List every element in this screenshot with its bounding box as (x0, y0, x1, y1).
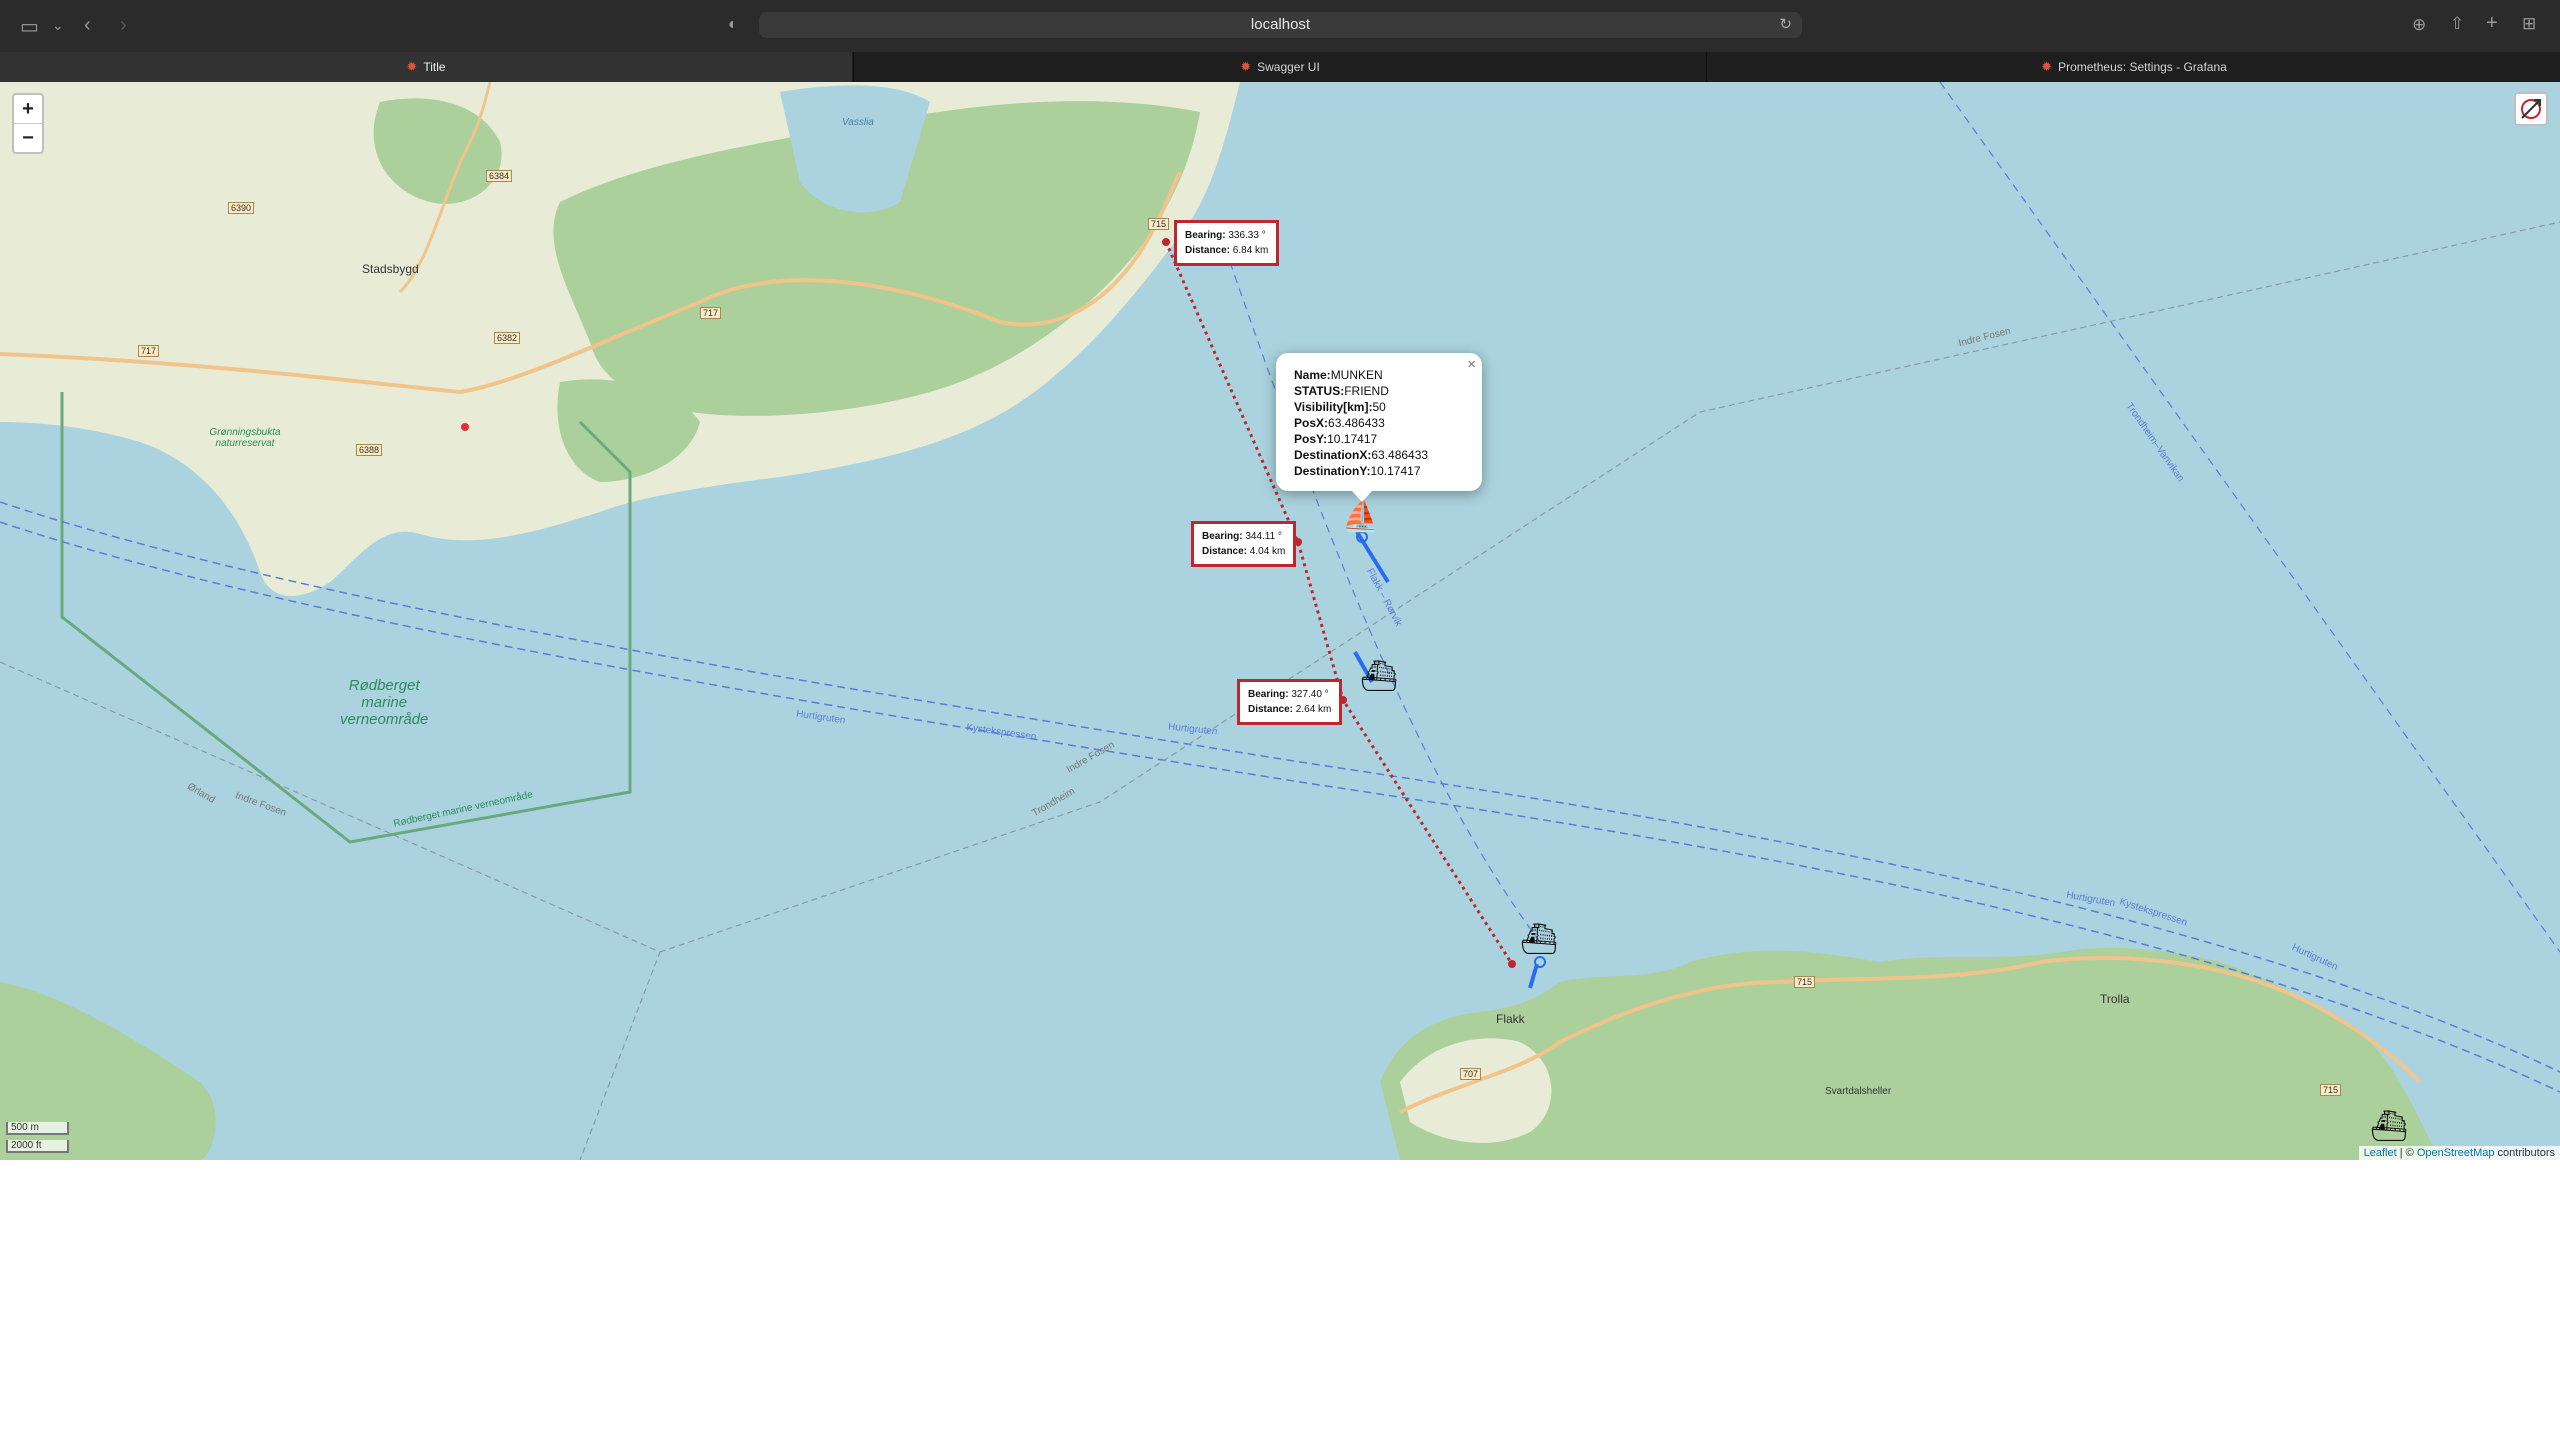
measure-tooltip: Bearing: 327.40 ° Distance: 2.64 km (1237, 679, 1343, 725)
ferry-route-trondheim (1939, 82, 2560, 953)
road-shield: 717 (138, 345, 160, 357)
ship-marker-friend-munken[interactable]: ⛵ (1342, 502, 1379, 532)
place-label: Flakk (1496, 1012, 1525, 1026)
place-label: Trolla (2100, 992, 2130, 1006)
map-attribution: Leaflet | © OpenStreetMap contributors (2358, 1146, 2560, 1160)
share-icon[interactable]: ⇧ (2450, 14, 2464, 34)
place-label: Svartdalsheller (1825, 1086, 1892, 1097)
popup-pointer (1352, 491, 1372, 502)
road-shield: 6390 (228, 202, 255, 214)
ship-marker-foe[interactable]: ⛴ (2370, 1112, 2408, 1142)
popup-row-destx: DestinationX:63.486433 (1294, 448, 1429, 462)
tab-title[interactable]: ✹ Title (0, 52, 852, 82)
tab-bar: ✹ Title ✹ Swagger UI ✹ Prometheus: Settings… (0, 52, 2560, 83)
reserve-name: Rødberget marine verneområde (340, 677, 429, 728)
back-icon[interactable]: ‹ (84, 14, 91, 37)
address-bar[interactable]: localhost ↻ (759, 12, 1802, 38)
reload-icon[interactable]: ↻ (1779, 12, 1792, 38)
road-shield: 715 (2320, 1084, 2342, 1096)
popup-row-visibility: Visibility[km]:50 (1294, 400, 1386, 414)
measure-point[interactable] (1508, 960, 1516, 968)
route-segment (1528, 963, 1539, 989)
leaflet-link[interactable]: Leaflet (2364, 1147, 2397, 1159)
measure-tooltip: Bearing: 336.33 ° Distance: 6.84 km (1174, 220, 1280, 266)
sidebar-toggle-icon[interactable]: ▭ (20, 14, 39, 39)
scale-imperial: 2000 ft (6, 1140, 69, 1153)
road-shield: 6388 (356, 444, 383, 456)
measure-line (1164, 241, 1514, 965)
zoom-out-button[interactable]: − (14, 123, 42, 152)
draw-tool-button[interactable] (2514, 92, 2548, 126)
place-label: Vasslia (842, 117, 874, 128)
ship-marker-foe[interactable]: ⛴ (1520, 925, 1558, 955)
road-shield: 6384 (486, 170, 513, 182)
grafana-favicon-icon: ✹ (2041, 59, 2053, 74)
popup-row-status: STATUS:FRIEND (1294, 384, 1389, 398)
url-text: localhost (1250, 16, 1311, 33)
tab-grafana-settings[interactable]: ✹ Prometheus: Settings - Grafana (1706, 52, 2560, 82)
zoom-control: + − (12, 93, 44, 154)
grafana-favicon-icon: ✹ (406, 59, 418, 74)
chevron-down-icon[interactable]: ⌄ (52, 17, 64, 34)
ship-marker-foe[interactable]: ⛴ (1360, 662, 1398, 692)
road-shield: 707 (1460, 1068, 1482, 1080)
tab-overview-icon[interactable]: ⊞ (2522, 14, 2536, 34)
scale-metric: 500 m (6, 1122, 69, 1135)
download-icon[interactable]: ⊕ (2412, 15, 2426, 35)
popup-row-desty: DestinationY:10.17417 (1294, 464, 1421, 478)
road-shield: 717 (700, 307, 722, 319)
road-shield: 715 (1148, 218, 1170, 230)
grafana-favicon-icon: ✹ (1240, 59, 1252, 74)
ship-info-popup: × Name:MUNKEN STATUS:FRIEND Visibility[k… (1276, 353, 1482, 491)
reserve-label: Grønningsbukta naturreservat (209, 427, 281, 449)
route-waypoint (1534, 956, 1546, 968)
road-shield: 6382 (494, 332, 521, 344)
privacy-shield-icon[interactable]: ◐ (728, 16, 738, 34)
browser-toolbar: ▭ ⌄ ‹ › ◐ localhost ↻ ⊕ ⇧ + ⊞ (0, 0, 2560, 52)
popup-row-name: Name:MUNKEN (1294, 368, 1383, 382)
map-view[interactable]: Stadsbygd Flakk Trolla Svartdalsheller V… (0, 82, 2560, 1160)
forward-icon[interactable]: › (120, 14, 127, 37)
tab-swagger-ui[interactable]: ✹ Swagger UI (853, 52, 1706, 82)
map-tiles (0, 82, 2560, 1160)
ruler-icon (2521, 99, 2541, 119)
popup-close-button[interactable]: × (1467, 357, 1476, 373)
location-dot (461, 423, 469, 431)
osm-link[interactable]: OpenStreetMap (2417, 1147, 2495, 1159)
new-tab-icon[interactable]: + (2486, 12, 2498, 35)
zoom-in-button[interactable]: + (14, 95, 42, 123)
place-label: Stadsbygd (362, 262, 419, 276)
measure-tooltip: Bearing: 344.11 ° Distance: 4.04 km (1191, 521, 1297, 567)
road-shield: 715 (1794, 976, 1816, 988)
popup-row-posy: PosY:10.17417 (1294, 432, 1378, 446)
popup-row-posx: PosX:63.486433 (1294, 416, 1385, 430)
measure-point[interactable] (1162, 238, 1170, 246)
